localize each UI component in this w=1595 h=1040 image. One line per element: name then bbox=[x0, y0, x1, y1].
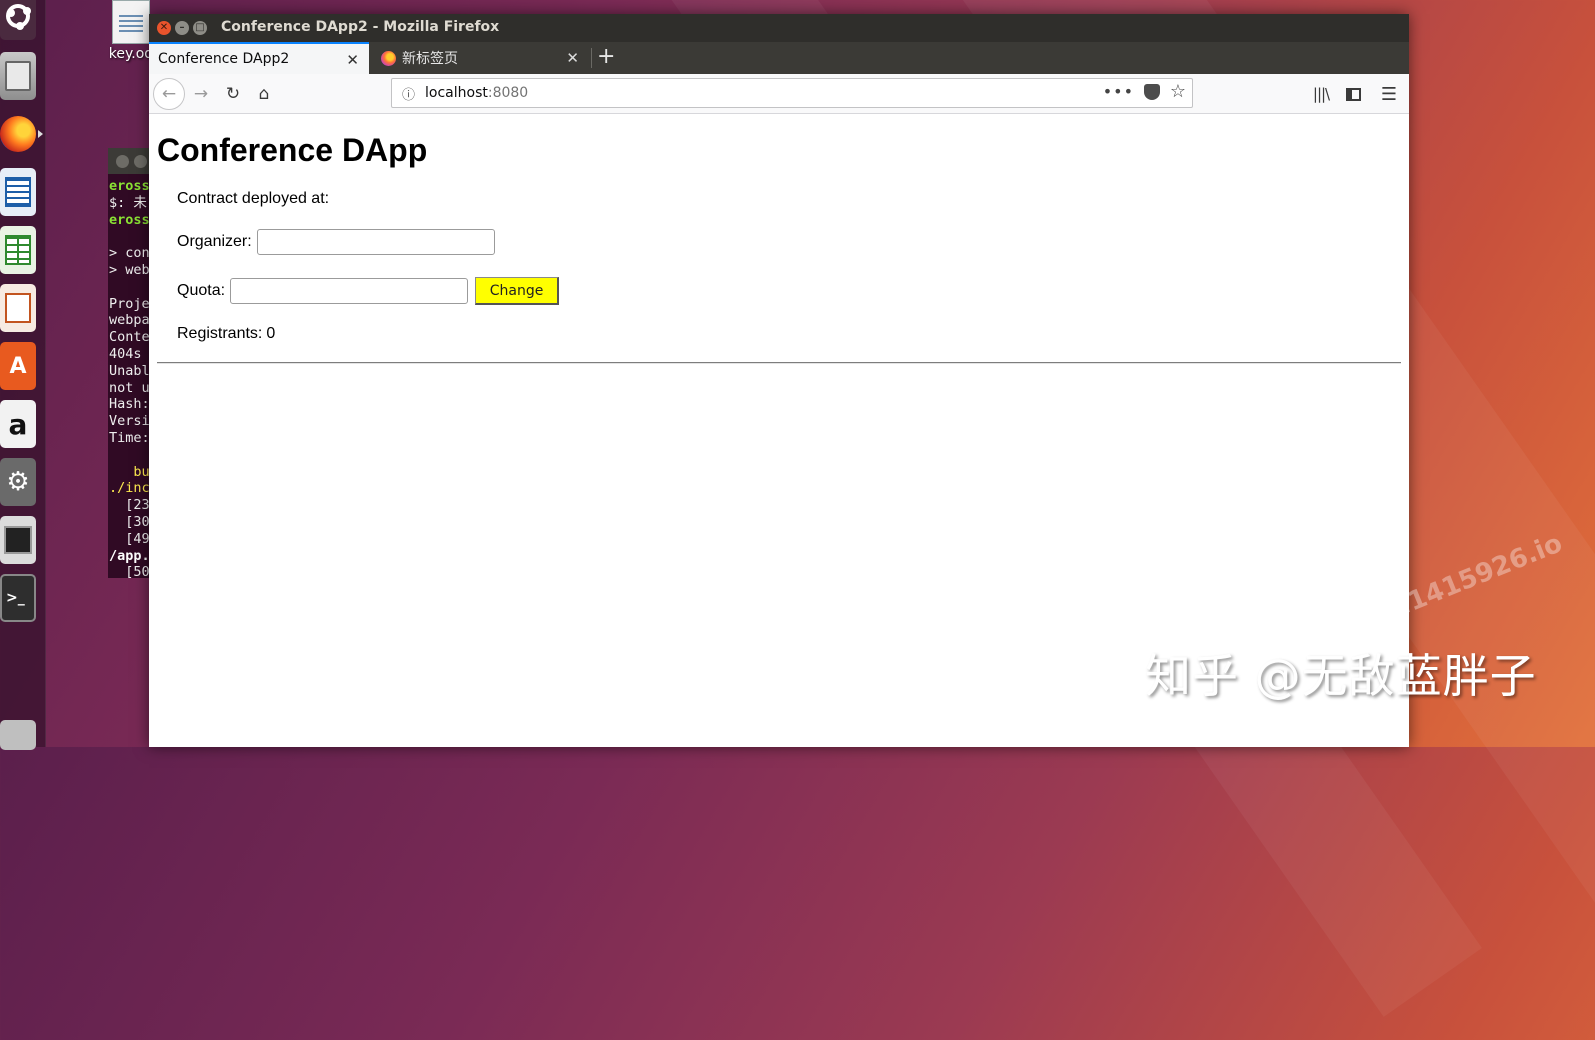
minimize-icon[interactable]: – bbox=[175, 21, 189, 35]
ubuntu-dash-icon[interactable] bbox=[0, 0, 36, 40]
close-tab-icon[interactable]: ✕ bbox=[346, 51, 359, 69]
quota-input[interactable] bbox=[230, 278, 469, 304]
amazon-icon[interactable]: a bbox=[0, 400, 36, 448]
contract-label: Contract deployed at: bbox=[177, 190, 330, 207]
registrants-count: 0 bbox=[266, 325, 276, 342]
bookmark-star-icon[interactable]: ☆ bbox=[1170, 81, 1186, 102]
registrants-label: Registrants: bbox=[177, 325, 263, 342]
watermark-text: 知乎 @无敌蓝胖子 bbox=[1145, 649, 1537, 703]
back-arrow-icon[interactable]: ← bbox=[153, 78, 185, 110]
minimize-icon[interactable] bbox=[134, 155, 147, 168]
quota-row: Quota: Change bbox=[177, 277, 560, 305]
hamburger-menu-icon[interactable]: ☰ bbox=[1375, 80, 1403, 108]
writer-icon[interactable] bbox=[0, 168, 36, 216]
impress-icon[interactable] bbox=[0, 284, 36, 332]
active-app-indicator bbox=[38, 130, 43, 138]
window-title: Conference DApp2 - Mozilla Firefox bbox=[221, 19, 500, 35]
calc-icon[interactable] bbox=[0, 226, 36, 274]
document-icon bbox=[112, 0, 150, 44]
url-port: :8080 bbox=[487, 85, 529, 101]
quota-label: Quota: bbox=[177, 282, 226, 299]
library-icon[interactable]: |||\ bbox=[1307, 80, 1335, 108]
home-icon[interactable]: ⌂ bbox=[250, 80, 278, 108]
unity-launcher: A a ⚙ >_ bbox=[0, 0, 46, 750]
settings-icon[interactable]: ⚙ bbox=[0, 458, 36, 506]
url-bar[interactable]: ⓘ localhost:8080 ••• ☆ bbox=[391, 78, 1193, 108]
navigation-toolbar: ← → ↻ ⌂ ⓘ localhost:8080 ••• ☆ |||\ ☰ bbox=[149, 74, 1409, 114]
firefox-icon[interactable] bbox=[0, 110, 36, 158]
tab-conference-dapp[interactable]: Conference DApp2 ✕ bbox=[149, 42, 369, 74]
tab-separator bbox=[591, 48, 592, 68]
page-heading: Conference DApp bbox=[157, 132, 428, 168]
terminal-icon[interactable]: >_ bbox=[0, 574, 36, 622]
close-tab-icon[interactable]: ✕ bbox=[566, 49, 579, 67]
pocket-icon[interactable] bbox=[1144, 84, 1160, 100]
reload-icon[interactable]: ↻ bbox=[219, 80, 247, 108]
close-icon[interactable]: ✕ bbox=[157, 21, 171, 35]
firefox-favicon-icon bbox=[381, 50, 396, 66]
url-host: localhost bbox=[425, 85, 488, 101]
tab-new-tab[interactable]: 新标签页 ✕ bbox=[371, 42, 589, 74]
tab-strip: Conference DApp2 ✕ 新标签页 ✕ + bbox=[149, 42, 1409, 74]
sidebar-icon[interactable] bbox=[1339, 80, 1367, 108]
tab-label: 新标签页 bbox=[402, 51, 458, 67]
firefox-window: ✕ – □ Conference DApp2 - Mozilla Firefox… bbox=[149, 14, 1409, 747]
organizer-row: Organizer: bbox=[177, 229, 495, 255]
files-icon[interactable] bbox=[0, 52, 36, 100]
registrants-row: Registrants: 0 bbox=[177, 325, 275, 343]
trash-icon[interactable] bbox=[0, 720, 36, 750]
close-icon[interactable] bbox=[116, 155, 129, 168]
tab-label: Conference DApp2 bbox=[158, 51, 290, 67]
organizer-label: Organizer: bbox=[177, 233, 252, 250]
new-tab-plus-icon[interactable]: + bbox=[597, 44, 615, 69]
horizontal-rule bbox=[157, 362, 1401, 364]
change-button[interactable]: Change bbox=[475, 277, 560, 305]
maximize-icon[interactable]: □ bbox=[193, 21, 207, 35]
site-info-icon[interactable]: ⓘ bbox=[402, 84, 415, 103]
software-center-icon[interactable]: A bbox=[0, 342, 36, 390]
contract-row: Contract deployed at: bbox=[177, 190, 329, 208]
window-titlebar: ✕ – □ Conference DApp2 - Mozilla Firefox bbox=[149, 14, 1409, 42]
organizer-input[interactable] bbox=[256, 229, 495, 255]
page-actions-icon[interactable]: ••• bbox=[1103, 82, 1134, 101]
forward-arrow-icon[interactable]: → bbox=[187, 80, 215, 108]
drive-icon[interactable] bbox=[0, 516, 36, 564]
